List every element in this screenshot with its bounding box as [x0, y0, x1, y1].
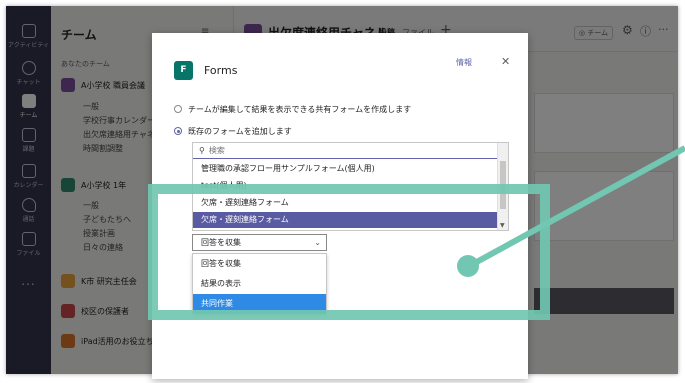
annotation-highlight-box — [148, 184, 550, 320]
search-icon: ⚲ — [199, 146, 205, 155]
search-input[interactable] — [208, 146, 469, 155]
dialog-title: Forms — [204, 64, 238, 77]
option-create-form[interactable]: チームが編集して結果を表示できる共有フォームを作成します — [174, 103, 411, 115]
radio-label: チームが編集して結果を表示できる共有フォームを作成します — [188, 104, 412, 114]
radio-label: 既存のフォームを追加します — [188, 126, 292, 136]
info-link[interactable]: 情報 — [456, 57, 472, 68]
radio-button-selected[interactable] — [174, 127, 182, 135]
forms-logo-icon: F — [174, 61, 193, 80]
option-existing-form[interactable]: 既存のフォームを追加します — [174, 125, 292, 137]
close-icon[interactable]: ✕ — [501, 55, 510, 68]
form-list-item[interactable]: 管理職の承認フロー用サンプルフォーム(個人用) — [193, 161, 498, 177]
search-box: ⚲ — [193, 143, 498, 159]
radio-button[interactable] — [174, 105, 182, 113]
